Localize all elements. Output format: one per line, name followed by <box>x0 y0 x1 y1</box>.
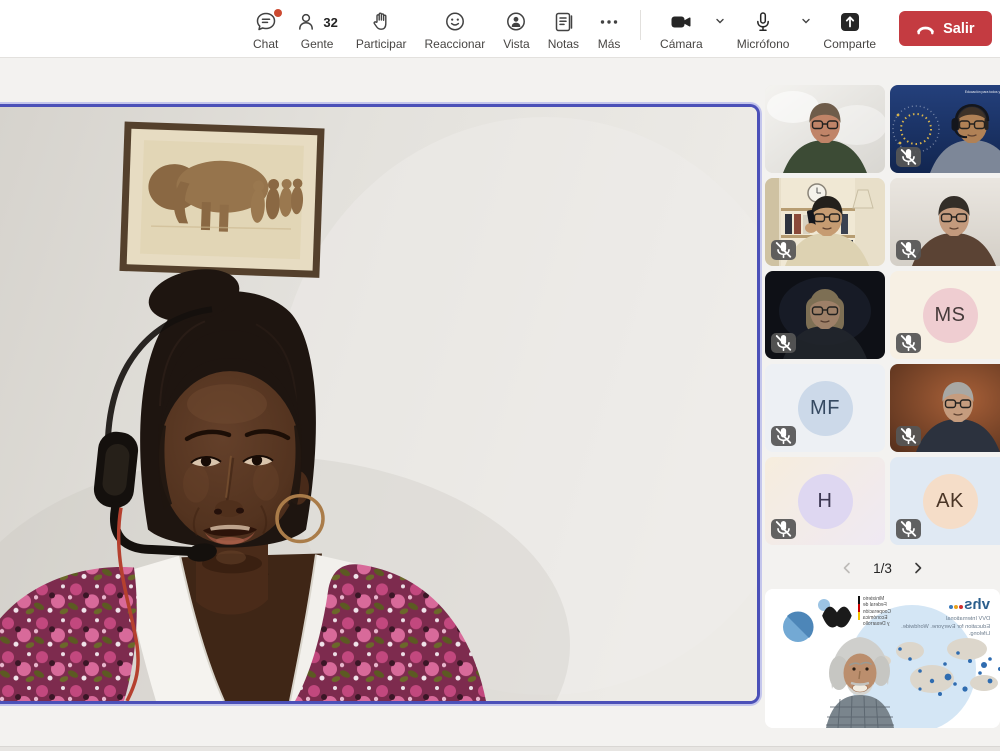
page-indicator: 1/3 <box>873 561 892 576</box>
leave-label: Salir <box>943 21 974 37</box>
mic-muted-icon <box>771 519 796 539</box>
participant-grid: Educación para todos y ... MS MF H AK <box>765 85 1000 547</box>
avatar-initials: AK <box>923 474 978 529</box>
notes-icon <box>551 9 575 36</box>
muted-mic-badge <box>771 426 796 446</box>
phone-hangup-icon <box>916 22 935 35</box>
mic-muted-icon <box>771 426 796 446</box>
presenter-scene <box>765 589 1000 728</box>
react-button[interactable]: Reaccionar <box>416 1 495 57</box>
microphone-dropdown-chevron[interactable] <box>798 13 814 32</box>
muted-mic-badge <box>896 333 921 353</box>
mic-muted-icon <box>896 333 921 353</box>
pager-prev-button[interactable] <box>838 559 856 577</box>
people-button[interactable]: 32 Gente <box>287 1 346 57</box>
leave-button[interactable]: Salir <box>899 11 991 46</box>
camera-button[interactable]: Cámara <box>651 1 712 57</box>
presenter-video-tile[interactable]: vhs DVV International Education for Ever… <box>765 589 1000 728</box>
pager-next-button[interactable] <box>909 559 927 577</box>
gallery-pagination: 1/3 <box>765 551 1000 585</box>
view-button[interactable]: Vista <box>494 1 538 57</box>
mic-muted-icon <box>896 426 921 446</box>
participant-tile-man-on-phone[interactable] <box>765 178 885 266</box>
view-person-icon <box>504 9 528 36</box>
avatar-initials: H <box>798 474 853 529</box>
meeting-toolbar: Chat 32 Gente Participar R <box>0 0 1000 58</box>
participant-tile-H[interactable]: H <box>765 457 885 545</box>
share-button[interactable]: Comparte <box>814 1 885 57</box>
participant-tile-man-gray-hair-warm[interactable] <box>890 364 1000 452</box>
share-icon <box>838 9 862 36</box>
window-bottom-edge <box>0 746 1000 751</box>
notes-button[interactable]: Notas <box>539 1 588 57</box>
raise-hand-label: Participar <box>356 37 407 51</box>
participant-tile-woman-dark-room[interactable] <box>765 271 885 359</box>
mic-muted-icon <box>896 519 921 539</box>
camera-label: Cámara <box>660 37 703 51</box>
microphone-button[interactable]: Micrófono <box>728 1 799 57</box>
view-label: Vista <box>503 37 529 51</box>
mic-muted-icon <box>896 240 921 260</box>
framed-picture <box>119 122 324 278</box>
ellipsis-icon <box>597 9 621 36</box>
chat-button[interactable]: Chat <box>244 1 287 57</box>
participant-tile-woman-green-shirt[interactable] <box>765 85 885 173</box>
more-button[interactable]: Más <box>588 1 630 57</box>
participant-tile-man-headset-presentation[interactable]: Educación para todos y ... <box>890 85 1000 173</box>
microphone-label: Micrófono <box>737 37 790 51</box>
participant-tile-MF[interactable]: MF <box>765 364 885 452</box>
muted-mic-badge <box>896 519 921 539</box>
raise-hand-button[interactable]: Participar <box>347 1 416 57</box>
smiley-icon <box>443 9 467 36</box>
chevron-right-icon <box>911 561 925 575</box>
avatar-initials: MF <box>798 381 853 436</box>
share-label: Comparte <box>823 37 876 51</box>
chat-label: Chat <box>253 37 278 51</box>
muted-mic-badge <box>771 240 796 260</box>
camera-icon <box>669 9 693 36</box>
active-speaker-video[interactable] <box>0 104 760 704</box>
chevron-left-icon <box>840 561 854 575</box>
mic-muted-icon <box>771 240 796 260</box>
people-icon: 32 <box>296 9 337 36</box>
people-label: Gente <box>301 37 334 51</box>
participant-count: 32 <box>323 15 337 30</box>
active-speaker-scene <box>0 107 757 701</box>
react-label: Reaccionar <box>425 37 486 51</box>
notes-label: Notas <box>548 37 579 51</box>
notification-dot <box>274 9 282 17</box>
avatar-initials: MS <box>923 288 978 343</box>
camera-dropdown-chevron[interactable] <box>712 13 728 32</box>
toolbar-divider <box>640 10 641 40</box>
participant-tile-man-brown-shirt[interactable] <box>890 178 1000 266</box>
more-label: Más <box>598 37 621 51</box>
muted-mic-badge <box>896 240 921 260</box>
raise-hand-icon <box>369 9 393 36</box>
chat-bubble-icon <box>254 9 278 36</box>
muted-mic-badge <box>771 333 796 353</box>
svg-text:Educación para todos y ...: Educación para todos y ... <box>965 90 1000 94</box>
muted-mic-badge <box>771 519 796 539</box>
participant-tile-AK[interactable]: AK <box>890 457 1000 545</box>
microphone-icon <box>751 9 775 36</box>
muted-mic-badge <box>896 426 921 446</box>
participant-tile-MS[interactable]: MS <box>890 271 1000 359</box>
mic-muted-icon <box>896 147 921 167</box>
mic-muted-icon <box>771 333 796 353</box>
muted-mic-badge <box>896 147 921 167</box>
